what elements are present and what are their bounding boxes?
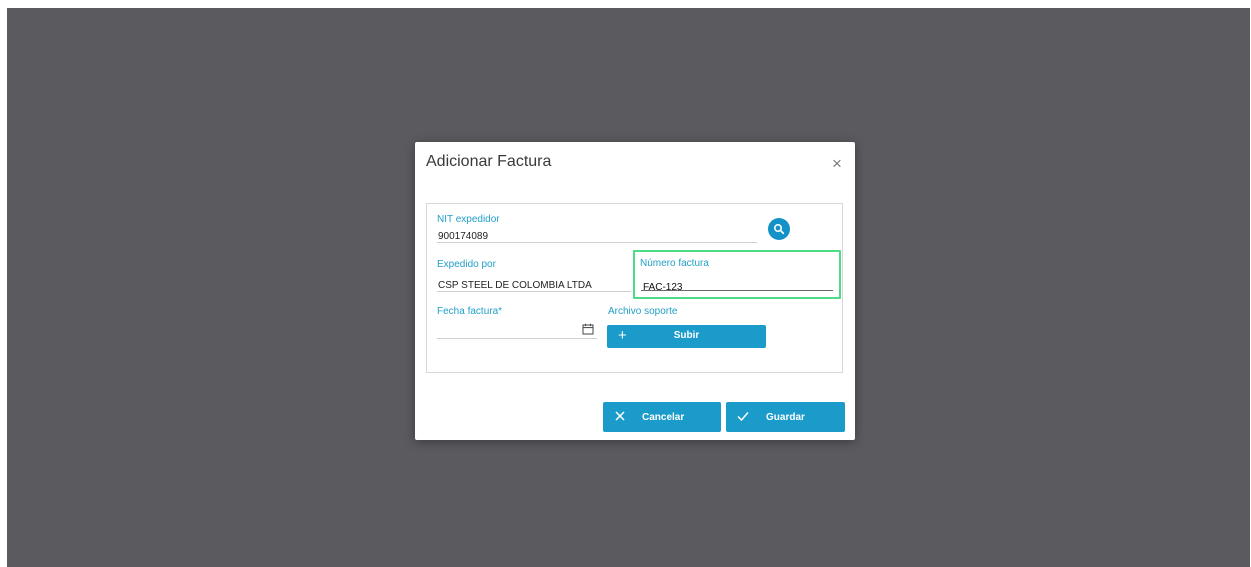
archivo-soporte-label: Archivo soporte [608, 306, 678, 317]
numero-factura-input[interactable] [643, 280, 825, 294]
dialog-title: Adicionar Factura [426, 153, 552, 170]
check-icon [737, 412, 749, 422]
cancel-button-label: Cancelar [642, 412, 685, 423]
search-nit-button[interactable] [768, 218, 790, 240]
x-icon [615, 411, 625, 421]
nit-underline [437, 242, 757, 243]
expedido-por-underline [437, 291, 631, 292]
numero-factura-label: Número factura [640, 258, 709, 269]
close-button[interactable]: × [829, 153, 845, 173]
numero-factura-field: Número factura [633, 250, 841, 299]
save-button[interactable]: Guardar [726, 402, 845, 432]
save-button-label: Guardar [766, 412, 805, 423]
search-icon [773, 223, 785, 235]
upload-button[interactable]: + Subir [607, 325, 766, 348]
nit-label: NIT expedidor [437, 214, 500, 225]
cancel-button[interactable]: Cancelar [603, 402, 721, 432]
fecha-factura-label: Fecha factura* [437, 306, 503, 317]
add-invoice-dialog: Adicionar Factura × NIT expedidor Expedi… [415, 142, 855, 440]
fecha-factura-underline [437, 338, 597, 339]
numero-factura-underline [641, 290, 833, 291]
close-icon: × [832, 153, 842, 173]
calendar-icon[interactable] [582, 323, 594, 335]
invoice-form-panel: NIT expedidor Expedido por Número factur… [426, 203, 843, 373]
expedido-por-label: Expedido por [437, 259, 496, 270]
upload-button-label: Subir [673, 330, 700, 341]
